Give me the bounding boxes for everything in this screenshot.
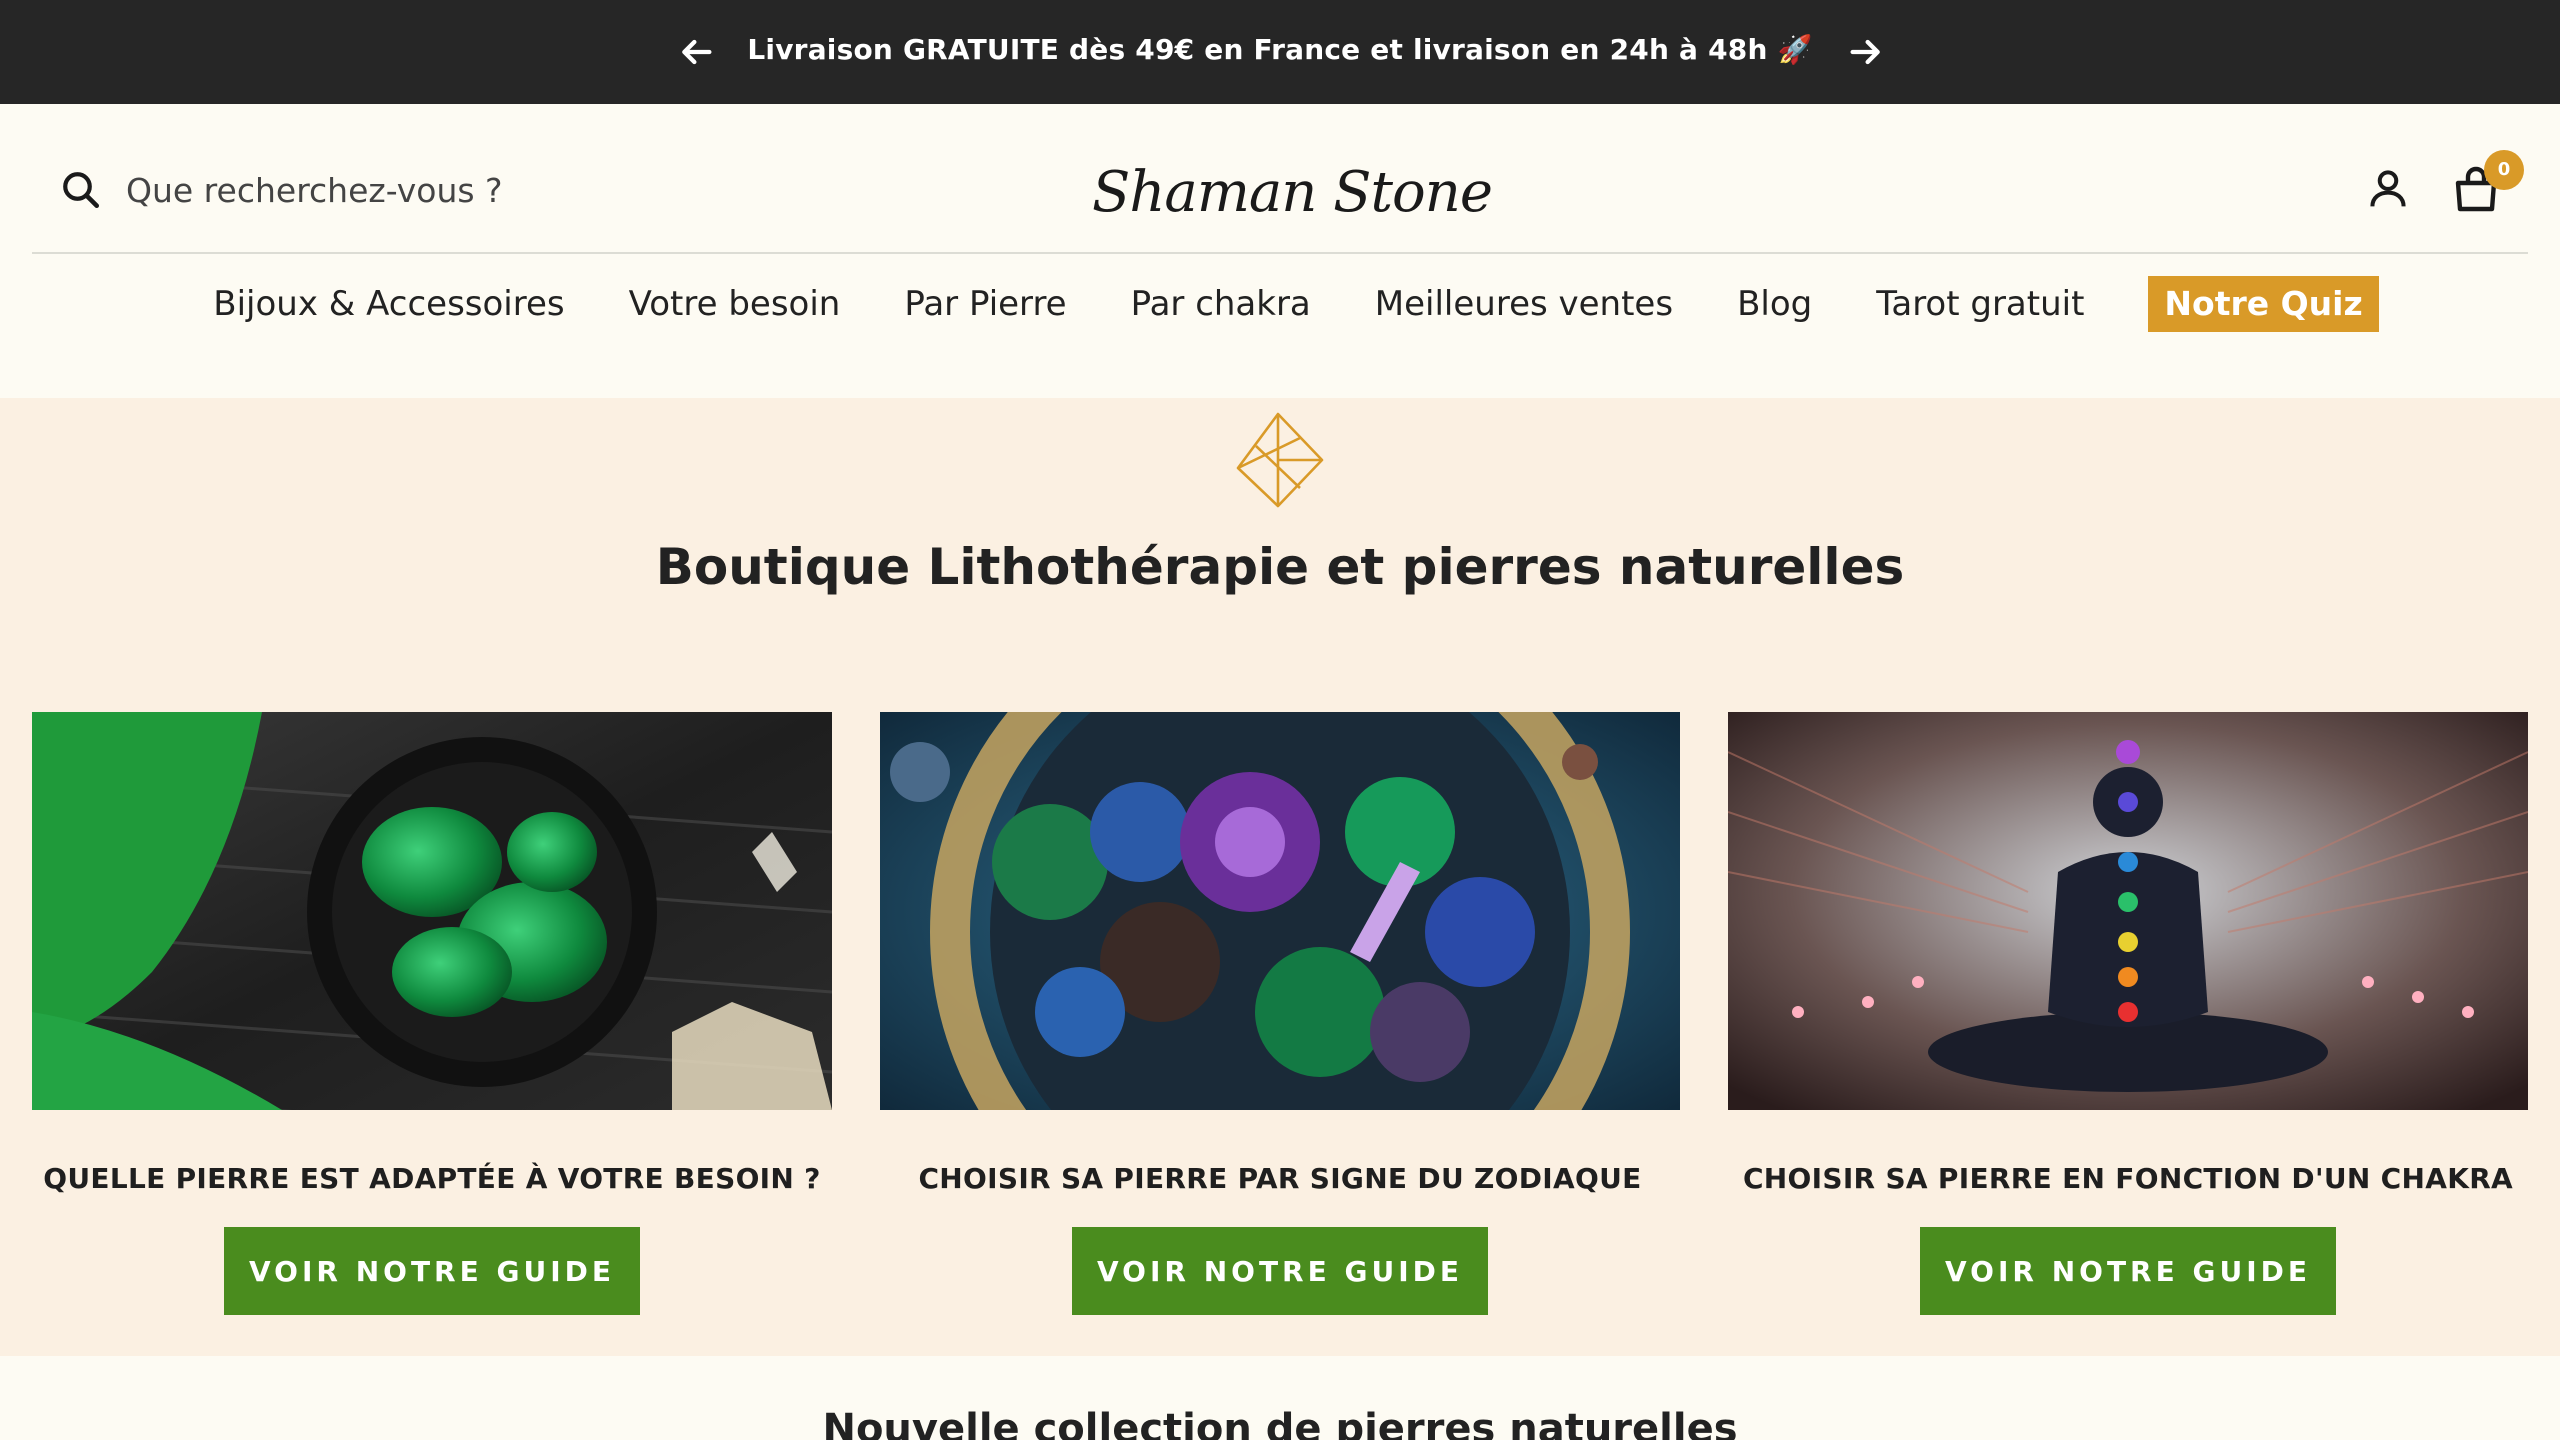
site-logo[interactable]: Shaman Stone [1088, 144, 1493, 240]
nav-quiz-button[interactable]: Notre Quiz [2148, 276, 2379, 332]
search-bar[interactable] [60, 160, 660, 220]
card-title: QUELLE PIERRE EST ADAPTÉE À VOTRE BESOIN… [43, 1162, 821, 1195]
guide-button-besoin[interactable]: VOIR NOTRE GUIDE [224, 1227, 640, 1315]
hero-section: Boutique Lithothérapie et pierres nature… [0, 398, 2560, 1356]
card-image-malachite[interactable] [32, 712, 832, 1110]
guide-card-zodiaque: CHOISIR SA PIERRE PAR SIGNE DU ZODIAQUE … [880, 712, 1680, 1315]
cart-count-badge: 0 [2484, 150, 2524, 190]
search-input[interactable] [126, 170, 626, 210]
nav-item-tarot[interactable]: Tarot gratuit [1844, 276, 2116, 332]
nav-item-votre-besoin[interactable]: Votre besoin [597, 276, 873, 332]
nav-item-par-chakra[interactable]: Par chakra [1099, 276, 1343, 332]
section-title: Nouvelle collection de pierres naturelle… [822, 1406, 1738, 1440]
card-image-chakra[interactable] [1728, 712, 2528, 1110]
announcement-bar: Livraison GRATUITE dès 49€ en France et … [0, 0, 2560, 104]
nav-item-meilleures-ventes[interactable]: Meilleures ventes [1343, 276, 1705, 332]
search-icon[interactable] [60, 169, 102, 211]
guide-button-chakra[interactable]: VOIR NOTRE GUIDE [1920, 1227, 2336, 1315]
logo-text: Shaman Stone [1092, 159, 1493, 225]
card-image-zodiac[interactable] [880, 712, 1680, 1110]
arrow-left-icon[interactable] [676, 32, 716, 72]
site-header: Shaman Stone 0 Bijoux & Accessoires Votr… [0, 104, 2560, 398]
guide-card-besoin: QUELLE PIERRE EST ADAPTÉE À VOTRE BESOIN… [32, 712, 832, 1315]
account-icon[interactable] [2366, 164, 2410, 212]
new-collection-section: Nouvelle collection de pierres naturelle… [0, 1356, 2560, 1440]
nav-item-blog[interactable]: Blog [1705, 276, 1844, 332]
main-nav: Bijoux & Accessoires Votre besoin Par Pi… [0, 270, 2560, 338]
nav-item-par-pierre[interactable]: Par Pierre [872, 276, 1098, 332]
card-title: CHOISIR SA PIERRE EN FONCTION D'UN CHAKR… [1742, 1162, 2514, 1195]
brand-mark-icon [1236, 412, 1324, 508]
arrow-right-icon[interactable] [1846, 32, 1886, 72]
nav-item-bijoux[interactable]: Bijoux & Accessoires [181, 276, 596, 332]
card-title: CHOISIR SA PIERRE PAR SIGNE DU ZODIAQUE [918, 1162, 1642, 1195]
hero-title: Boutique Lithothérapie et pierres nature… [655, 538, 1905, 596]
announcement-text[interactable]: Livraison GRATUITE dès 49€ en France et … [740, 0, 1820, 104]
guide-button-zodiaque[interactable]: VOIR NOTRE GUIDE [1072, 1227, 1488, 1315]
guide-card-chakra: CHOISIR SA PIERRE EN FONCTION D'UN CHAKR… [1728, 712, 2528, 1315]
header-divider [32, 252, 2528, 254]
